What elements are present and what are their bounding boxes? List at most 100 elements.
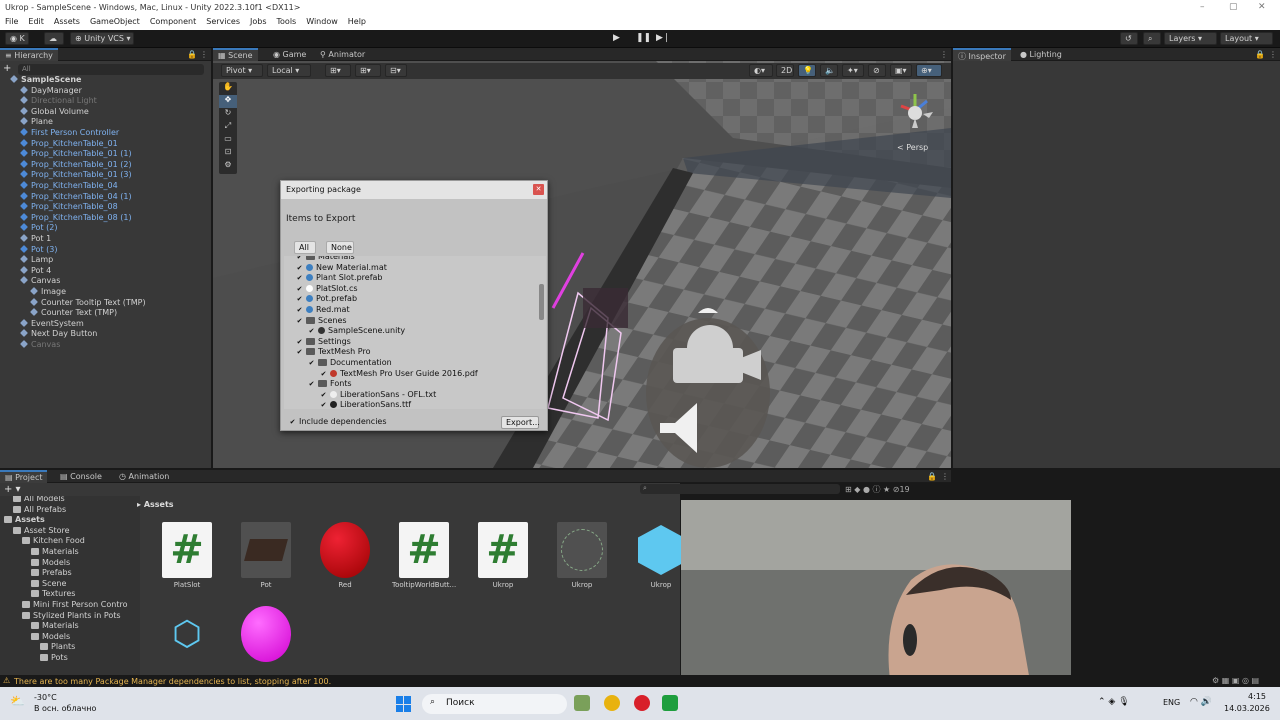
export-item-row[interactable]: ✔ LiberationSans - OFL.txt: [320, 390, 437, 400]
scrollbar-thumb[interactable]: [539, 284, 544, 320]
log-icon[interactable]: ●: [863, 485, 870, 494]
opera-icon[interactable]: [634, 695, 650, 711]
layers-dropdown[interactable]: Layers ▾: [1164, 32, 1217, 45]
check-icon[interactable]: ✔: [296, 264, 303, 272]
volume-icon[interactable]: 🔊: [1201, 697, 1212, 707]
check-icon[interactable]: ✔: [308, 360, 315, 367]
scrollbar[interactable]: [538, 256, 546, 409]
layout-dropdown[interactable]: Layout ▾: [1220, 32, 1273, 45]
project-folder-item[interactable]: Models: [31, 632, 70, 642]
gizmos-button[interactable]: ⊕▾: [916, 64, 942, 77]
check-icon[interactable]: ✔: [296, 338, 303, 346]
project-folder-item[interactable]: Assets: [4, 515, 45, 525]
check-icon[interactable]: ✔: [320, 370, 327, 378]
asset-tile[interactable]: ⬡: [155, 606, 219, 665]
status-bar[interactable]: ⚠ There are too many Package Manager dep…: [0, 675, 1280, 687]
grid-snap-button[interactable]: ⊞▾: [325, 64, 351, 77]
project-folder-item[interactable]: All Models: [13, 496, 65, 504]
mic-icon[interactable]: 🎙: [1118, 697, 1129, 707]
cache-icon[interactable]: ◎: [1242, 676, 1249, 685]
project-folder-item[interactable]: Mini First Person Contro: [22, 600, 127, 610]
check-icon[interactable]: ✔: [320, 391, 327, 399]
2d-toggle[interactable]: 2D: [776, 64, 794, 77]
close-icon[interactable]: ✕: [533, 184, 544, 195]
hierarchy-item[interactable]: Prop_KitchenTable_01: [20, 139, 118, 149]
menu-item-file[interactable]: File: [5, 17, 18, 30]
effects-toggle[interactable]: ✦▾: [842, 64, 864, 77]
tab-scene[interactable]: ▦ Scene: [213, 48, 258, 61]
transform-tool-icon[interactable]: ⊡: [219, 147, 237, 160]
tab-animation[interactable]: ◷ Animation: [114, 470, 174, 483]
build-icon[interactable]: ▦: [1222, 676, 1230, 685]
export-item-row[interactable]: ✔ LiberationSans.ttf: [320, 400, 411, 409]
hierarchy-item[interactable]: SampleScene: [10, 75, 81, 85]
hierarchy-item[interactable]: Prop_KitchenTable_01 (2): [20, 160, 132, 170]
tab-console[interactable]: ▤ Console: [55, 470, 107, 483]
hierarchy-item[interactable]: Prop_KitchenTable_08 (1): [20, 213, 132, 223]
hierarchy-item[interactable]: Plane: [20, 117, 53, 127]
vcs-button[interactable]: ⊕ Unity VCS ▾: [70, 32, 134, 45]
asset-tile[interactable]: Ukrop: [550, 522, 614, 589]
maximize-icon[interactable]: ▢: [1229, 2, 1238, 12]
menu-item-tools[interactable]: Tools: [277, 17, 297, 30]
hierarchy-item[interactable]: Canvas: [20, 340, 60, 350]
more-icon[interactable]: ⋮: [200, 50, 208, 59]
check-icon[interactable]: ✔: [296, 349, 303, 356]
hierarchy-item[interactable]: Prop_KitchenTable_08: [20, 202, 118, 212]
hierarchy-item[interactable]: Next Day Button: [20, 329, 97, 339]
menu-item-assets[interactable]: Assets: [54, 17, 80, 30]
export-item-row[interactable]: ✔ Scenes: [296, 316, 347, 326]
pivot-dropdown[interactable]: Pivot ▾: [221, 64, 263, 77]
project-folder-item[interactable]: Models: [31, 558, 70, 568]
check-icon[interactable]: ✔: [296, 307, 303, 314]
custom-tool-icon[interactable]: ⚙: [219, 160, 237, 173]
hierarchy-item[interactable]: Lamp: [20, 255, 53, 265]
asset-tile[interactable]: Pot: [234, 522, 298, 589]
taskbar-search-input[interactable]: ⌕ Поиск: [422, 694, 567, 714]
project-search-input[interactable]: ⌕: [640, 484, 840, 494]
notepad-app-icon[interactable]: [574, 695, 590, 711]
star-icon[interactable]: ★: [883, 485, 890, 494]
export-item-row[interactable]: ✔ Documentation: [308, 358, 392, 368]
language-indicator[interactable]: ENG: [1163, 698, 1180, 707]
export-items-list[interactable]: ✔ Materials ✔ New Material.mat ✔ Plant Slot.p…: [284, 256, 546, 409]
lighting-toggle[interactable]: 💡: [798, 64, 816, 77]
pycharm-icon[interactable]: [662, 695, 678, 711]
hierarchy-item[interactable]: First Person Controller: [20, 128, 119, 138]
menu-item-edit[interactable]: Edit: [28, 17, 44, 30]
export-item-row[interactable]: ✔ TextMesh Pro: [296, 347, 371, 357]
minimize-icon[interactable]: –: [1200, 2, 1205, 12]
export-item-row[interactable]: ✔ New Material.mat: [296, 263, 387, 273]
wifi-icon[interactable]: ◠: [1190, 697, 1198, 707]
label-icon[interactable]: ◆: [854, 485, 860, 494]
project-folder-item[interactable]: Scene: [31, 579, 66, 589]
export-item-row[interactable]: ✔ Red.mat: [296, 305, 350, 315]
select-all-button[interactable]: All: [294, 241, 316, 254]
hierarchy-item[interactable]: EventSystem: [20, 319, 84, 329]
asset-tile[interactable]: Red: [313, 522, 377, 589]
check-icon[interactable]: ✔: [296, 275, 303, 282]
audio-toggle[interactable]: 🔈: [820, 64, 838, 77]
select-none-button[interactable]: None: [326, 241, 354, 254]
check-icon[interactable]: ✔: [296, 296, 303, 303]
more-icon[interactable]: ⋮: [1269, 50, 1277, 59]
menu-item-help[interactable]: Help: [348, 17, 366, 30]
asset-tile[interactable]: # TooltipWorldButt...: [392, 522, 456, 589]
step-icon[interactable]: ▶❘: [656, 33, 670, 43]
rect-tool-icon[interactable]: ▭: [219, 134, 237, 147]
camera-settings-button[interactable]: ▣▾: [890, 64, 912, 77]
project-folder-item[interactable]: Materials: [31, 547, 79, 557]
project-folder-item[interactable]: Stylized Plants in Pots: [22, 611, 121, 621]
hidden-objects-toggle[interactable]: ⊘: [868, 64, 886, 77]
menu-item-gameobject[interactable]: GameObject: [90, 17, 140, 30]
local-dropdown[interactable]: Local ▾: [267, 64, 311, 77]
export-button[interactable]: Export...: [501, 416, 540, 429]
pause-icon[interactable]: ❚❚: [636, 33, 651, 43]
snap-increment-button[interactable]: ⊟▾: [385, 64, 407, 77]
cloud-button[interactable]: ☁: [44, 32, 64, 45]
project-folder-item[interactable]: Materials: [31, 621, 79, 631]
play-icon[interactable]: ▶: [613, 33, 620, 43]
progress-icon[interactable]: ▣: [1232, 676, 1240, 685]
export-item-row[interactable]: ✔ Materials: [296, 256, 355, 262]
hierarchy-item[interactable]: DayManager: [20, 86, 82, 96]
